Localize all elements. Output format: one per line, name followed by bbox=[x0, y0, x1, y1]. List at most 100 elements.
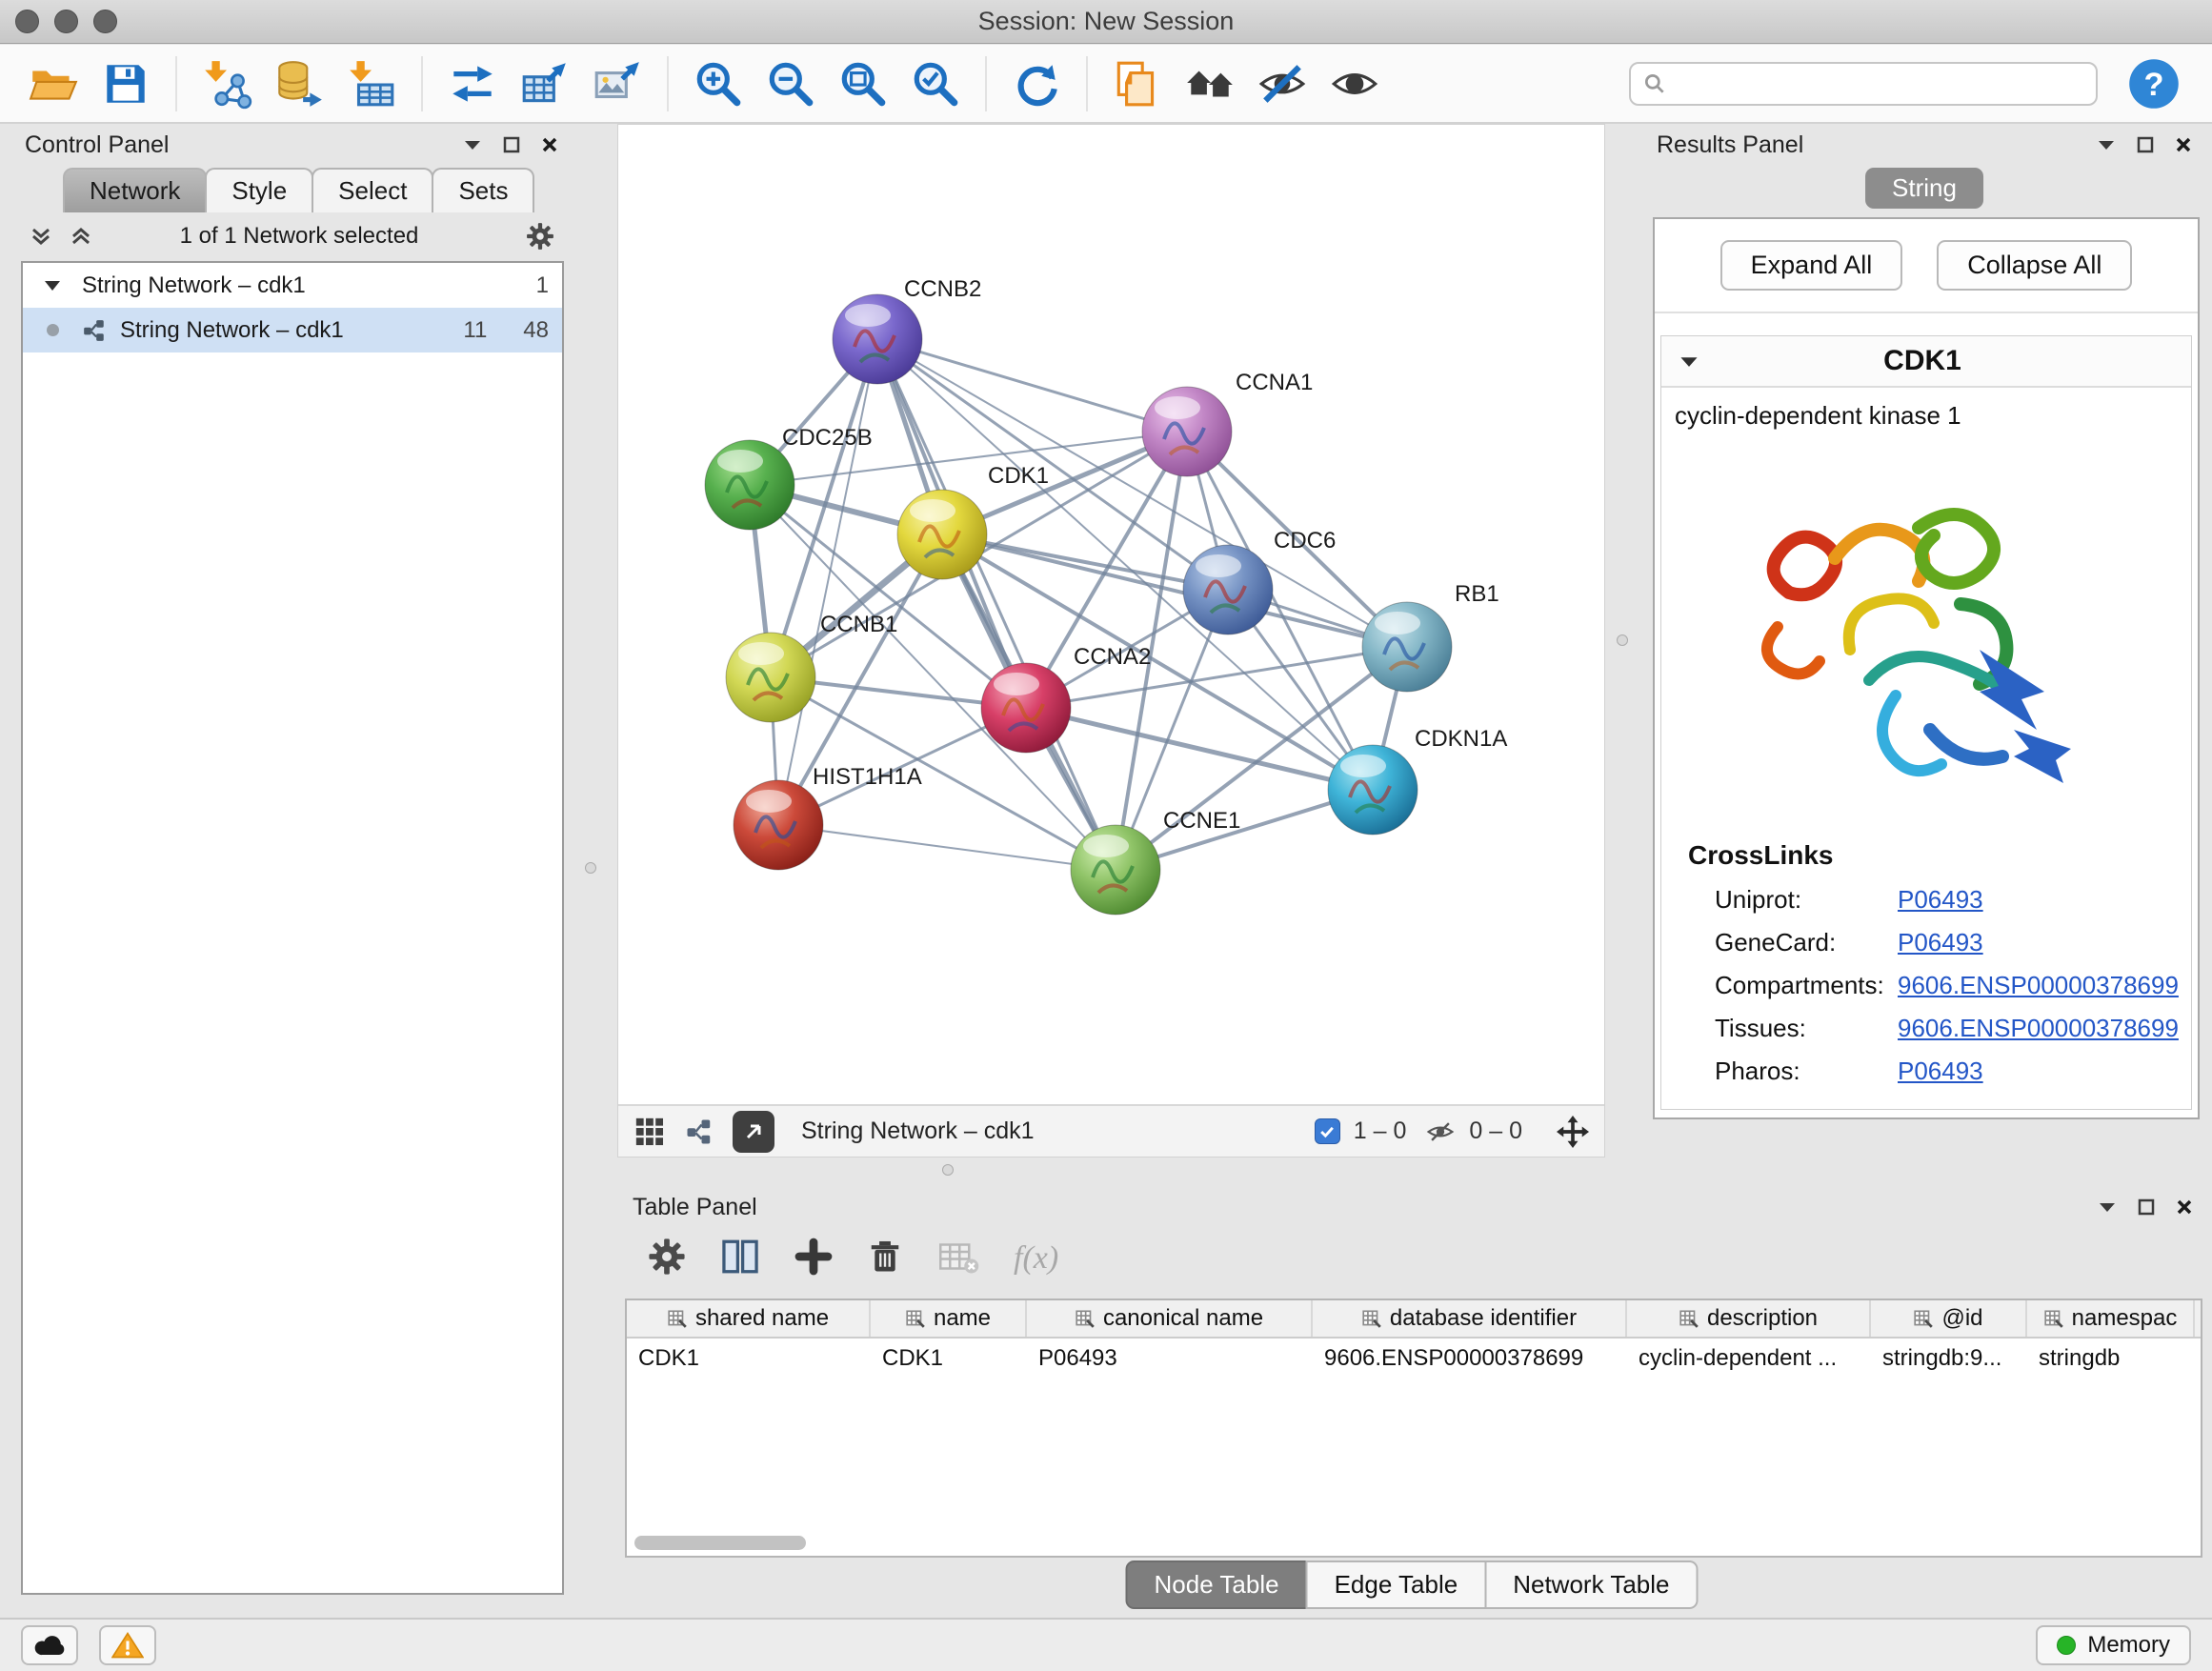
show-columns-button[interactable] bbox=[720, 1237, 760, 1281]
plus-icon bbox=[794, 1238, 833, 1276]
table-row[interactable]: CDK1 CDK1 P06493 9606.ENSP00000378699 cy… bbox=[627, 1339, 2201, 1379]
panel-float-button[interactable] bbox=[2138, 1198, 2155, 1216]
cell-description[interactable]: cyclin-dependent ... bbox=[1627, 1345, 1871, 1372]
tab-style[interactable]: Style bbox=[205, 168, 313, 212]
tab-sets[interactable]: Sets bbox=[432, 168, 534, 212]
column-header-canonical-name[interactable]: canonical name bbox=[1027, 1300, 1313, 1337]
genecard-link[interactable]: P06493 bbox=[1898, 928, 1983, 957]
horizontal-splitter-handle[interactable] bbox=[942, 1164, 954, 1176]
hide-elements-button[interactable] bbox=[1251, 52, 1314, 115]
column-header-database-identifier[interactable]: database identifier bbox=[1313, 1300, 1627, 1337]
cell-database-identifier[interactable]: 9606.ENSP00000378699 bbox=[1313, 1345, 1627, 1372]
network-edge[interactable] bbox=[877, 339, 1187, 432]
import-table-button[interactable] bbox=[340, 52, 403, 115]
network-node-rb1[interactable]: RB1 bbox=[1362, 581, 1499, 692]
tab-string-results[interactable]: String bbox=[1865, 168, 1983, 209]
cloud-status-button[interactable] bbox=[21, 1625, 78, 1665]
zoom-in-button[interactable] bbox=[687, 52, 750, 115]
tree-expand-caret-icon[interactable] bbox=[36, 279, 69, 292]
function-builder-button[interactable]: f(x) bbox=[1014, 1240, 1058, 1277]
export-network-button[interactable] bbox=[441, 52, 504, 115]
panel-close-button[interactable] bbox=[2176, 1198, 2193, 1216]
gene-section-header[interactable]: CDK1 bbox=[1661, 336, 2191, 388]
network-node-cdc6[interactable]: CDC6 bbox=[1183, 528, 1336, 634]
horizontal-scrollbar-thumb[interactable] bbox=[634, 1536, 806, 1550]
network-node-hist1h1a[interactable]: HIST1H1A bbox=[734, 764, 922, 870]
show-elements-button[interactable] bbox=[1323, 52, 1386, 115]
column-header-description[interactable]: description bbox=[1627, 1300, 1871, 1337]
save-session-button[interactable] bbox=[94, 52, 157, 115]
open-in-browser-button[interactable] bbox=[733, 1111, 774, 1153]
cell-shared-name[interactable]: CDK1 bbox=[627, 1345, 871, 1372]
tab-network[interactable]: Network bbox=[63, 168, 207, 212]
uniprot-link[interactable]: P06493 bbox=[1898, 885, 1983, 915]
column-header-name[interactable]: name bbox=[871, 1300, 1027, 1337]
help-button[interactable]: ? bbox=[2126, 56, 2182, 111]
network-collection-row[interactable]: String Network – cdk1 1 bbox=[23, 263, 562, 308]
open-session-button[interactable] bbox=[22, 52, 85, 115]
tab-node-table[interactable]: Node Table bbox=[1126, 1560, 1308, 1609]
network-node-cdk1[interactable]: CDK1 bbox=[897, 463, 1049, 579]
network-edge[interactable] bbox=[778, 825, 1116, 870]
tab-select[interactable]: Select bbox=[312, 168, 433, 212]
collapse-all-networks-button[interactable] bbox=[29, 224, 53, 249]
vertical-splitter-handle[interactable] bbox=[585, 862, 596, 874]
selected-items-checkbox[interactable] bbox=[1315, 1118, 1340, 1144]
network-options-gear-button[interactable] bbox=[526, 222, 554, 251]
network-row-selected[interactable]: String Network – cdk1 11 48 bbox=[23, 308, 562, 352]
export-image-button[interactable] bbox=[586, 52, 649, 115]
warnings-button[interactable] bbox=[99, 1625, 156, 1665]
panel-collapse-button[interactable] bbox=[463, 138, 482, 151]
cell-canonical-name[interactable]: P06493 bbox=[1027, 1345, 1313, 1372]
tab-edge-table[interactable]: Edge Table bbox=[1306, 1560, 1487, 1609]
tissues-link[interactable]: 9606.ENSP00000378699 bbox=[1898, 1014, 2179, 1043]
zoom-out-button[interactable] bbox=[759, 52, 822, 115]
duplicate-network-button[interactable] bbox=[1106, 52, 1169, 115]
pharos-link[interactable]: P06493 bbox=[1898, 1057, 1983, 1086]
zoom-selected-button[interactable] bbox=[904, 52, 967, 115]
column-header-id[interactable]: @id bbox=[1871, 1300, 2027, 1337]
search-box[interactable] bbox=[1629, 62, 2098, 106]
expand-all-networks-button[interactable] bbox=[69, 224, 93, 249]
refresh-button[interactable] bbox=[1005, 52, 1068, 115]
import-network-file-button[interactable] bbox=[195, 52, 258, 115]
compartments-link[interactable]: 9606.ENSP00000378699 bbox=[1898, 971, 2179, 1000]
column-header-namespace[interactable]: namespac bbox=[2027, 1300, 2195, 1337]
delete-column-button[interactable] bbox=[867, 1238, 903, 1279]
create-column-button[interactable] bbox=[794, 1238, 833, 1280]
pan-mode-button[interactable] bbox=[1557, 1116, 1589, 1148]
panel-float-button[interactable] bbox=[503, 136, 520, 153]
cell-id[interactable]: stringdb:9... bbox=[1871, 1345, 2027, 1372]
network-edge[interactable] bbox=[877, 339, 1116, 870]
column-header-shared-name[interactable]: shared name bbox=[627, 1300, 871, 1337]
network-node-ccnb1[interactable]: CCNB1 bbox=[726, 612, 897, 722]
network-canvas[interactable]: CCNB2CCNA1CDC25BCDK1CDC6RB1CCNB1CCNA2CDK… bbox=[618, 125, 1604, 1104]
table-panel-title: Table Panel bbox=[633, 1194, 757, 1221]
protein-structure-image bbox=[1736, 444, 2117, 825]
search-input[interactable] bbox=[1675, 70, 2084, 97]
zoom-fit-button[interactable] bbox=[832, 52, 895, 115]
cell-namespace[interactable]: stringdb bbox=[2027, 1345, 2195, 1372]
export-table-button[interactable] bbox=[513, 52, 576, 115]
birdseye-view-button[interactable] bbox=[633, 1116, 666, 1148]
cell-name[interactable]: CDK1 bbox=[871, 1345, 1027, 1372]
network-node-ccnb2[interactable]: CCNB2 bbox=[833, 276, 981, 384]
panel-close-button[interactable] bbox=[541, 136, 558, 153]
memory-button[interactable]: Memory bbox=[2036, 1625, 2191, 1665]
table-options-gear-button[interactable] bbox=[648, 1238, 686, 1280]
collapse-all-button[interactable]: Collapse All bbox=[1937, 240, 2132, 291]
delete-table-button-disabled[interactable] bbox=[937, 1238, 979, 1280]
panel-float-button[interactable] bbox=[2137, 136, 2154, 153]
tab-network-table[interactable]: Network Table bbox=[1484, 1560, 1698, 1609]
network-node-ccna1[interactable]: CCNA1 bbox=[1142, 370, 1313, 476]
panel-collapse-button[interactable] bbox=[2098, 1200, 2117, 1214]
import-network-database-button[interactable] bbox=[268, 52, 331, 115]
expand-all-button[interactable]: Expand All bbox=[1720, 240, 1903, 291]
network-edge[interactable] bbox=[778, 339, 877, 825]
panel-close-button[interactable] bbox=[2175, 136, 2192, 153]
network-node-cdc25b[interactable]: CDC25B bbox=[705, 425, 873, 530]
first-neighbors-button[interactable] bbox=[1178, 52, 1241, 115]
panel-collapse-button[interactable] bbox=[2097, 138, 2116, 151]
network-node-cdkn1a[interactable]: CDKN1A bbox=[1328, 726, 1507, 835]
vertical-splitter-handle[interactable] bbox=[1617, 634, 1628, 646]
